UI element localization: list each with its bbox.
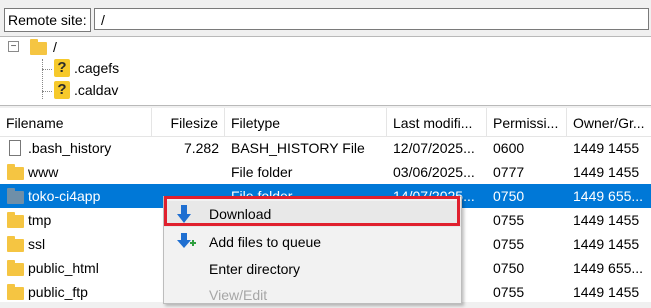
collapse-icon[interactable]: − (8, 41, 19, 52)
row-filename: tmp (28, 212, 52, 228)
folder-icon (7, 284, 24, 300)
menu-item-label: View/Edit (209, 287, 268, 303)
row-permissions: 0755 (493, 236, 525, 252)
remote-path-input[interactable]: / (94, 8, 649, 30)
tree-item-caldav[interactable]: .caldav (74, 80, 118, 100)
folder-icon (7, 164, 24, 180)
tree-guide (42, 91, 52, 92)
row-owner: 1449 1455 (573, 212, 640, 228)
tree-item-cagefs[interactable]: .cagefs (74, 58, 119, 78)
tree-guide (42, 59, 43, 99)
unknown-icon: ? (54, 81, 70, 99)
row-filename: public_html (28, 260, 99, 276)
row-filesize: 7.282 (183, 140, 219, 156)
row-modified: 03/06/2025... (393, 164, 475, 180)
row-filename: toko-ci4app (28, 188, 101, 204)
column-owner-group[interactable]: Owner/Gr... (567, 108, 651, 136)
remote-site-label: Remote site: (4, 8, 91, 32)
row-owner: 1449 655... (573, 260, 644, 276)
row-filetype: File folder (231, 164, 293, 180)
row-owner: 1449 1455 (573, 236, 640, 252)
column-filename[interactable]: Filename (0, 108, 152, 136)
download-arrow-icon (177, 205, 191, 223)
row-filename: .bash_history (28, 140, 112, 156)
table-row[interactable]: .bash_history 7.282 BASH_HISTORY File 12… (0, 136, 651, 160)
menu-item-label: Enter directory (209, 261, 301, 277)
folder-icon (7, 212, 24, 228)
menu-item-enter-directory[interactable]: Enter directory (164, 256, 461, 282)
menu-item-download[interactable]: Download (164, 201, 461, 227)
row-filename: www (28, 164, 59, 180)
column-permissions[interactable]: Permissi... (487, 108, 567, 136)
menu-item-add-to-queue[interactable]: Add files to queue (164, 229, 461, 255)
row-filename: public_ftp (28, 284, 88, 300)
list-header: Filename Filesize Filetype Last modifi..… (0, 108, 651, 137)
remote-directory-tree: − / ? .cagefs ? .caldav (0, 36, 651, 106)
folder-icon (7, 236, 24, 252)
file-icon (9, 140, 21, 156)
row-owner: 1449 1455 (573, 164, 640, 180)
row-permissions: 0600 (493, 140, 525, 156)
folder-icon (7, 260, 24, 276)
column-filetype[interactable]: Filetype (225, 108, 387, 136)
context-menu: Download Add files to queue Enter direct… (163, 196, 462, 304)
row-owner: 1449 1455 (573, 140, 640, 156)
folder-icon (7, 188, 24, 204)
row-permissions: 0755 (493, 284, 525, 300)
remote-site-bar: Remote site: / (0, 0, 651, 36)
folder-icon (30, 39, 47, 55)
row-permissions: 0755 (493, 212, 525, 228)
column-last-modified[interactable]: Last modifi... (387, 108, 487, 136)
add-to-queue-icon (177, 233, 196, 248)
row-permissions: 0750 (493, 188, 525, 204)
menu-item-label: Download (209, 206, 272, 222)
row-permissions: 0777 (493, 164, 525, 180)
table-row[interactable]: www File folder 03/06/2025... 0777 1449 … (0, 160, 651, 184)
unknown-icon: ? (54, 59, 70, 77)
row-owner: 1449 655... (573, 188, 644, 204)
menu-item-label: Add files to queue (209, 234, 322, 250)
row-permissions: 0750 (493, 260, 525, 276)
tree-guide (42, 69, 52, 70)
column-filesize[interactable]: Filesize (152, 108, 225, 136)
menu-item-view-edit: View/Edit (164, 282, 461, 308)
row-filesize (152, 160, 219, 184)
row-modified: 12/07/2025... (393, 140, 475, 156)
row-owner: 1449 1455 (573, 284, 640, 300)
tree-root[interactable]: / (53, 37, 57, 57)
row-filename: ssl (28, 236, 46, 252)
row-filetype: BASH_HISTORY File (231, 140, 365, 156)
